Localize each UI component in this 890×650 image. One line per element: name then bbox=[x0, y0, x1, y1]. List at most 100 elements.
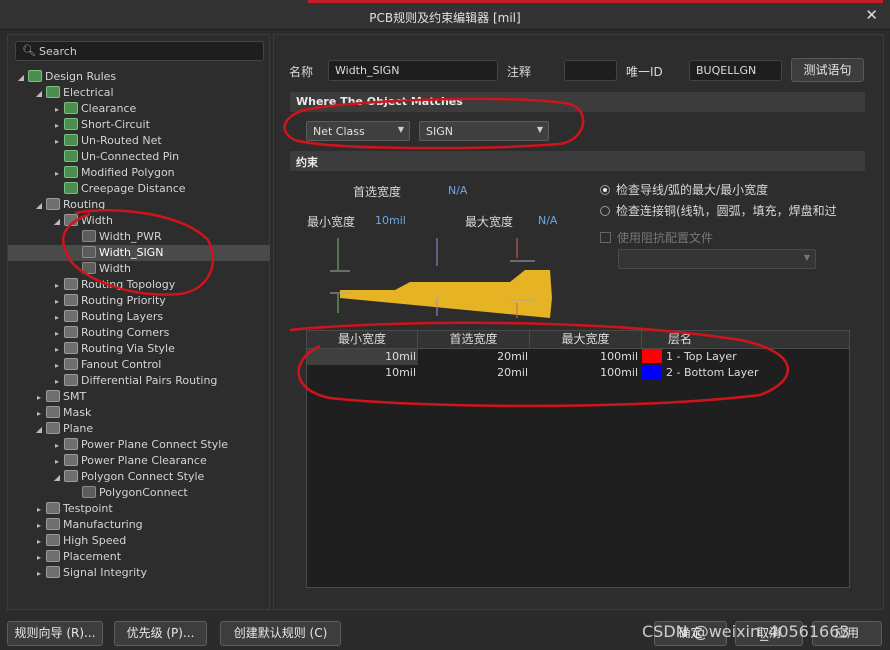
name-field[interactable]: Width_SIGN bbox=[328, 60, 498, 81]
test-query-button[interactable]: 测试语句 bbox=[791, 58, 864, 82]
tree-item[interactable]: ▸ Mask bbox=[8, 405, 270, 421]
tree-item-label: Un-Routed Net bbox=[81, 134, 162, 147]
tree-item-label: PolygonConnect bbox=[99, 486, 188, 499]
column-header[interactable]: 层名 bbox=[642, 331, 850, 349]
tree-item[interactable]: Creepage Distance bbox=[8, 181, 270, 197]
tree-item[interactable]: ▸ Differential Pairs Routing bbox=[8, 373, 270, 389]
search-input[interactable]: 🔍︎ Search bbox=[15, 41, 264, 61]
column-header[interactable]: 最大宽度 bbox=[530, 331, 642, 349]
tree-item-label: Power Plane Clearance bbox=[81, 454, 207, 467]
layer-cell[interactable]: 1 - Top Layer bbox=[642, 349, 850, 365]
table-cell[interactable]: 20mil bbox=[418, 365, 530, 381]
expand-toggle-icon[interactable]: ▸ bbox=[52, 278, 62, 294]
expand-toggle-icon[interactable]: ▸ bbox=[34, 518, 44, 534]
net-class-dropdown[interactable]: SIGN ▼ bbox=[419, 121, 549, 141]
expand-toggle-icon[interactable]: ▸ bbox=[52, 358, 62, 374]
tree-item[interactable]: Un-Connected Pin bbox=[8, 149, 270, 165]
tree-item[interactable]: ▸ Routing Corners bbox=[8, 325, 270, 341]
use-impedance-profile-checkbox[interactable]: 使用阻抗配置文件 bbox=[600, 229, 713, 246]
tree-item[interactable]: Width_SIGN bbox=[8, 245, 270, 261]
comment-field[interactable] bbox=[564, 60, 617, 81]
expand-toggle-icon[interactable]: ▸ bbox=[52, 342, 62, 358]
tree-item[interactable]: ▸ Fanout Control bbox=[8, 357, 270, 373]
expand-toggle-icon[interactable]: ▸ bbox=[34, 550, 44, 566]
expand-toggle-icon[interactable]: ▸ bbox=[52, 374, 62, 390]
top-red-stripe bbox=[308, 0, 883, 3]
table-cell[interactable]: 100mil bbox=[530, 365, 640, 381]
tree-item[interactable]: ▸ Modified Polygon bbox=[8, 165, 270, 181]
tree-item[interactable]: ◢ Polygon Connect Style bbox=[8, 469, 270, 485]
preferred-width-value: N/A bbox=[448, 184, 468, 197]
chevron-down-icon: ▼ bbox=[536, 125, 543, 134]
tree-item[interactable]: ▸ Power Plane Clearance bbox=[8, 453, 270, 469]
tree-item[interactable]: ◢ Design Rules bbox=[8, 69, 270, 85]
expand-toggle-icon[interactable]: ▸ bbox=[34, 502, 44, 518]
expand-toggle-icon[interactable]: ▸ bbox=[52, 118, 62, 134]
create-default-rules-button[interactable]: 创建默认规则 (C) bbox=[220, 621, 341, 646]
tree-item[interactable]: ◢ Width bbox=[8, 213, 270, 229]
check-track-arc-width-radio[interactable]: 检查导线/弧的最大/最小宽度 bbox=[600, 181, 768, 198]
expand-toggle-icon[interactable]: ◢ bbox=[34, 86, 44, 102]
table-cell[interactable]: 100mil bbox=[530, 349, 640, 365]
table-cell[interactable]: 10mil bbox=[307, 349, 418, 365]
tree-item[interactable]: ▸ Testpoint bbox=[8, 501, 270, 517]
tree-item[interactable]: ◢ Routing bbox=[8, 197, 270, 213]
tree-item[interactable]: ▸ Routing Layers bbox=[8, 309, 270, 325]
expand-toggle-icon[interactable]: ▸ bbox=[52, 294, 62, 310]
expand-toggle-icon[interactable]: ▸ bbox=[34, 534, 44, 550]
priorities-button[interactable]: 优先级 (P)... bbox=[114, 621, 207, 646]
tree-item[interactable]: ▸ Signal Integrity bbox=[8, 565, 270, 581]
expand-toggle-icon[interactable]: ▸ bbox=[52, 326, 62, 342]
expand-toggle-icon[interactable]: ▸ bbox=[52, 102, 62, 118]
tree-item[interactable]: ▸ Placement bbox=[8, 549, 270, 565]
tree-item-label: Design Rules bbox=[45, 70, 117, 83]
check-connected-copper-radio[interactable]: 检查连接铜(线轨，圆弧，填充，焊盘和过 bbox=[600, 202, 837, 219]
column-header[interactable]: 首选宽度 bbox=[418, 331, 530, 349]
tree-item[interactable]: ▸ Un-Routed Net bbox=[8, 133, 270, 149]
tree-item[interactable]: ▸ Routing Topology bbox=[8, 277, 270, 293]
layer-cell[interactable]: 2 - Bottom Layer bbox=[642, 365, 850, 381]
table-cell[interactable]: 20mil bbox=[418, 349, 530, 365]
radio-label: 检查连接铜(线轨，圆弧，填充，焊盘和过 bbox=[616, 204, 837, 218]
expand-toggle-icon[interactable]: ◢ bbox=[34, 422, 44, 438]
expand-toggle-icon[interactable]: ◢ bbox=[52, 214, 62, 230]
checkbox-icon bbox=[600, 232, 611, 243]
layer-width-table: 最小宽度 首选宽度 最大宽度 层名 10mil 20mil 100mil 1 - To… bbox=[306, 330, 850, 588]
tree-item[interactable]: ◢ Electrical bbox=[8, 85, 270, 101]
column-header[interactable]: 最小宽度 bbox=[307, 331, 418, 349]
expand-toggle-icon[interactable]: ◢ bbox=[34, 198, 44, 214]
tree-item[interactable]: ▸ Power Plane Connect Style bbox=[8, 437, 270, 453]
impedance-profile-dropdown[interactable]: ▼ bbox=[618, 249, 816, 269]
expand-toggle-icon[interactable]: ◢ bbox=[16, 70, 26, 86]
match-type-dropdown[interactable]: Net Class ▼ bbox=[306, 121, 410, 141]
expand-toggle-icon[interactable]: ▸ bbox=[52, 166, 62, 182]
expand-toggle-icon[interactable]: ▸ bbox=[34, 390, 44, 406]
unique-id-field[interactable]: BUQELLGN bbox=[689, 60, 782, 81]
tree-item[interactable]: ▸ Routing Via Style bbox=[8, 341, 270, 357]
tree-item[interactable]: ▸ Manufacturing bbox=[8, 517, 270, 533]
expand-toggle-icon[interactable]: ▸ bbox=[52, 134, 62, 150]
expand-toggle-icon[interactable]: ▸ bbox=[52, 454, 62, 470]
tree-item[interactable]: ▸ Clearance bbox=[8, 101, 270, 117]
tree-item[interactable]: Width_PWR bbox=[8, 229, 270, 245]
expand-toggle-icon[interactable]: ▸ bbox=[52, 438, 62, 454]
rule-icon bbox=[64, 182, 78, 194]
tree-item-label: Routing Via Style bbox=[81, 342, 175, 355]
expand-toggle-icon[interactable]: ▸ bbox=[34, 406, 44, 422]
close-icon[interactable]: ✕ bbox=[865, 6, 878, 24]
rule-wizard-button[interactable]: 规则向导 (R)... bbox=[7, 621, 103, 646]
expand-toggle-icon[interactable]: ◢ bbox=[52, 470, 62, 486]
folder-icon bbox=[64, 214, 78, 226]
tree-item[interactable]: ◢ Plane bbox=[8, 421, 270, 437]
expand-toggle-icon[interactable]: ▸ bbox=[34, 566, 44, 582]
tree-item[interactable]: ▸ Routing Priority bbox=[8, 293, 270, 309]
tree-item[interactable]: Width bbox=[8, 261, 270, 277]
tree-item[interactable]: ▸ SMT bbox=[8, 389, 270, 405]
tree-item[interactable]: ▸ High Speed bbox=[8, 533, 270, 549]
table-cell[interactable]: 10mil bbox=[307, 365, 418, 381]
tree-item[interactable]: PolygonConnect bbox=[8, 485, 270, 501]
expand-toggle-icon[interactable]: ▸ bbox=[52, 310, 62, 326]
tree-item-label: Power Plane Connect Style bbox=[81, 438, 229, 451]
tree-item-label: Width bbox=[99, 262, 131, 275]
tree-item[interactable]: ▸ Short-Circuit bbox=[8, 117, 270, 133]
